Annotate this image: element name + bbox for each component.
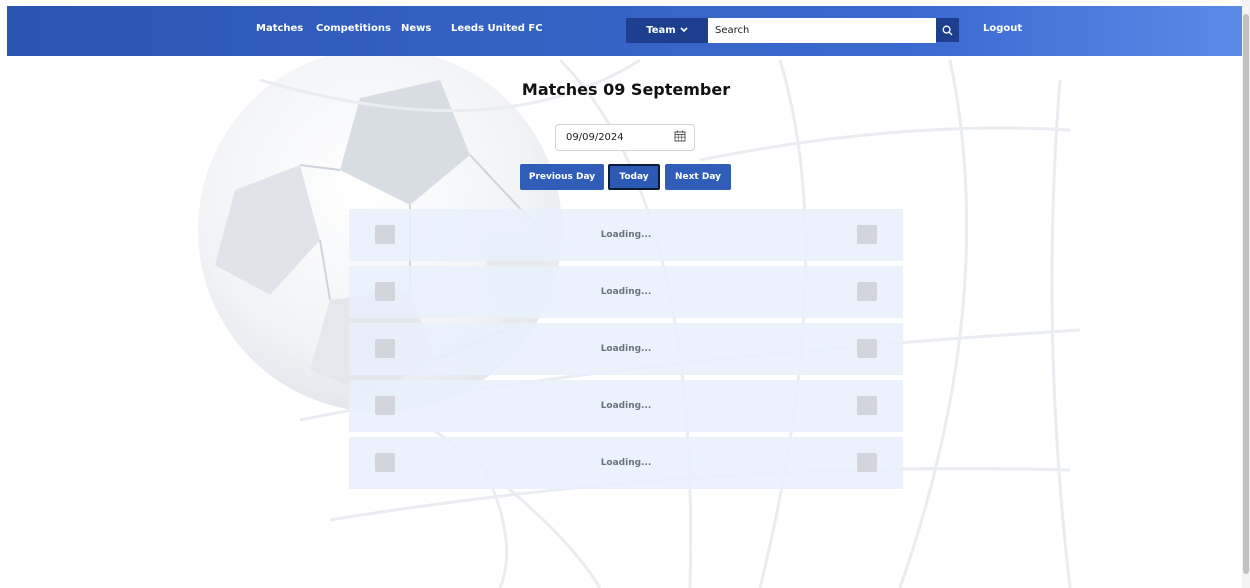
- scrollbar[interactable]: [1242, 0, 1250, 588]
- match-row[interactable]: Loading...: [349, 266, 903, 318]
- match-loading-text: Loading...: [600, 401, 652, 411]
- match-row[interactable]: Loading...: [349, 323, 903, 375]
- away-team-crest-placeholder: [857, 225, 877, 244]
- previous-day-button[interactable]: Previous Day: [520, 164, 604, 190]
- date-value: 09/09/2024: [566, 132, 624, 143]
- away-team-crest-placeholder: [857, 339, 877, 358]
- search-input[interactable]: [708, 18, 936, 43]
- match-loading-text: Loading...: [600, 458, 652, 468]
- team-button-label: Team: [646, 25, 676, 36]
- team-dropdown-button[interactable]: Team: [626, 18, 708, 43]
- away-team-crest-placeholder: [857, 453, 877, 472]
- nav-link-matches[interactable]: Matches: [256, 6, 303, 56]
- calendar-icon[interactable]: [674, 130, 686, 145]
- chevron-down-icon: [680, 25, 688, 36]
- nav-link-leeds-united[interactable]: Leeds United FC: [451, 6, 543, 56]
- match-loading-text: Loading...: [600, 230, 652, 240]
- next-day-button[interactable]: Next Day: [665, 164, 731, 190]
- match-loading-text: Loading...: [600, 344, 652, 354]
- match-row[interactable]: Loading...: [349, 380, 903, 432]
- page-title: Matches 09 September: [521, 80, 731, 99]
- scrollbar-thumb[interactable]: [1243, 14, 1249, 574]
- search-icon: [942, 21, 953, 40]
- nav-link-news[interactable]: News: [401, 6, 431, 56]
- match-row[interactable]: Loading...: [349, 209, 903, 261]
- search-button[interactable]: [936, 18, 959, 42]
- top-navbar: Matches Competitions News Leeds United F…: [7, 6, 1242, 56]
- date-picker-field[interactable]: 09/09/2024: [555, 124, 695, 151]
- today-button[interactable]: Today: [608, 164, 660, 190]
- nav-link-competitions[interactable]: Competitions: [316, 6, 391, 56]
- match-loading-text: Loading...: [600, 287, 652, 297]
- match-row[interactable]: Loading...: [349, 437, 903, 489]
- logout-link[interactable]: Logout: [983, 6, 1022, 56]
- away-team-crest-placeholder: [857, 282, 877, 301]
- away-team-crest-placeholder: [857, 396, 877, 415]
